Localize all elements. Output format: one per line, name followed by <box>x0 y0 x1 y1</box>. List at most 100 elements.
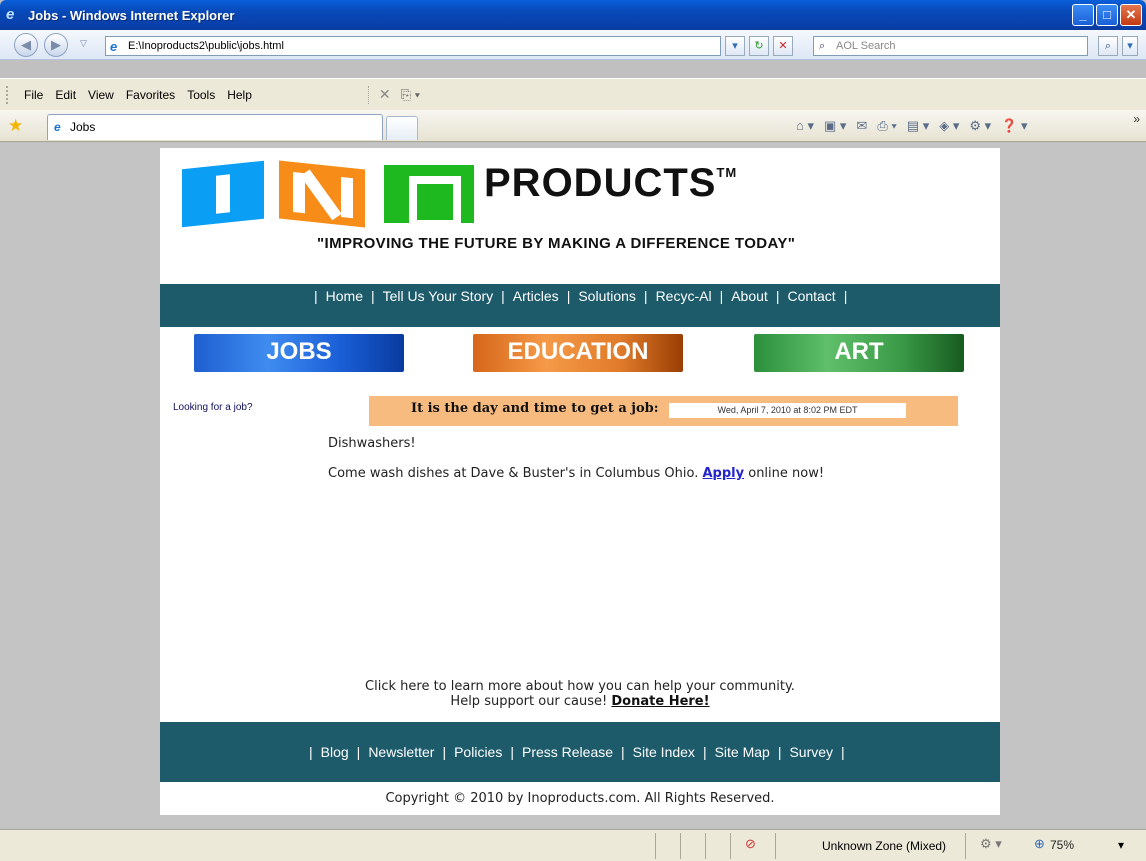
job-desc-after: online now! <box>748 466 825 481</box>
job-desc-before: Come wash dishes at Dave & Buster's in C… <box>328 466 699 481</box>
help-community-link[interactable]: Click here to learn more about how you c… <box>160 679 1000 694</box>
menu-tools[interactable]: Tools <box>181 88 221 102</box>
jobs-button[interactable]: JOBS <box>194 334 404 372</box>
nav-about[interactable]: About <box>727 288 772 304</box>
apply-link[interactable]: Apply <box>702 466 744 481</box>
logo-letter-o <box>384 165 474 228</box>
safety-icon[interactable]: ◈ ▾ <box>939 118 959 134</box>
menu-grip <box>6 85 12 104</box>
close-toolbar-icon[interactable]: ✕ <box>379 86 391 103</box>
menu-edit[interactable]: Edit <box>49 88 82 102</box>
recent-pages-chevron-icon[interactable]: ▽ <box>80 38 87 49</box>
feeds-icon[interactable]: ▣ ▾ <box>824 118 846 134</box>
footer-policies[interactable]: Policies <box>450 744 506 760</box>
menu-file[interactable]: File <box>18 88 49 102</box>
window-title: Jobs - Windows Internet Explorer <box>28 7 235 23</box>
home-icon[interactable]: ⌂ ▾ <box>796 118 814 134</box>
window-controls: _ □ ✕ <box>1072 4 1142 26</box>
close-button[interactable]: ✕ <box>1120 4 1142 26</box>
search-options-button[interactable]: ▾ <box>1122 36 1138 56</box>
security-zone[interactable]: Unknown Zone (Mixed) <box>822 839 946 853</box>
nav-contact[interactable]: Contact <box>783 288 839 304</box>
page-body: PRODUCTSTM "IMPROVING THE FUTURE BY MAKI… <box>160 148 1000 815</box>
tab-label: Jobs <box>70 120 96 134</box>
art-button[interactable]: ART <box>754 334 964 372</box>
zoom-icon: ⊕ <box>1034 836 1045 851</box>
logo-word: PRODUCTS <box>484 161 717 205</box>
command-bar: ⌂ ▾ ▣ ▾ ✉ ⎙ ▾ ▤ ▾ ◈ ▾ ⚙ ▾ ❓ ▾ <box>796 118 1028 134</box>
nav-home[interactable]: Home <box>322 288 367 304</box>
menu-bar: File Edit View Favorites Tools Help ✕ ⎘ … <box>0 78 1146 110</box>
support-text: Help support our cause! <box>450 694 608 709</box>
logo-letter-n <box>279 160 365 228</box>
search-input[interactable]: ⌕ AOL Search <box>813 36 1088 56</box>
donate-link[interactable]: Donate Here! <box>611 694 709 709</box>
window-titlebar: e Jobs - Windows Internet Explorer _ □ ✕ <box>0 0 1146 30</box>
new-tab-button[interactable] <box>386 116 418 140</box>
main-nav: | Home | Tell Us Your Story | Articles |… <box>160 284 1000 327</box>
menu-help[interactable]: Help <box>221 88 258 102</box>
copyright: Copyright © 2010 by Inoproducts.com. All… <box>385 791 775 806</box>
back-button[interactable]: ◀ <box>14 33 38 57</box>
logo-wordmark: PRODUCTSTM <box>484 161 737 206</box>
footer-blog[interactable]: Blog <box>317 744 353 760</box>
menu-view[interactable]: View <box>82 88 120 102</box>
status-bar: ⊘ Unknown Zone (Mixed) ⚙ ▾ ⊕ 75% ▾ <box>0 829 1146 861</box>
address-toolbar: ◀ ▶ ▽ e E:\Inoproducts2\public\jobs.html… <box>0 30 1146 60</box>
support-line: Help support our cause! Donate Here! <box>160 694 1000 709</box>
mail-icon[interactable]: ✉ <box>856 118 867 134</box>
forward-button[interactable]: ▶ <box>44 33 68 57</box>
logo-n-stroke-diag <box>300 169 342 221</box>
education-button[interactable]: EDUCATION <box>473 334 683 372</box>
logo-n-stroke-right <box>341 176 353 219</box>
stop-button[interactable]: ✕ <box>773 36 793 56</box>
translate-icon[interactable]: ⎘ ▾ <box>401 87 420 103</box>
privacy-report-icon[interactable]: ⊘ <box>745 836 756 852</box>
looking-for-job-link[interactable]: Looking for a job? <box>173 402 253 413</box>
nav-tell-us-your-story[interactable]: Tell Us Your Story <box>379 288 498 304</box>
tools-gear-icon[interactable]: ⚙ ▾ <box>969 118 991 134</box>
print-icon[interactable]: ⎙ ▾ <box>877 118 896 134</box>
footer-press-release[interactable]: Press Release <box>518 744 617 760</box>
nav-articles[interactable]: Articles <box>509 288 563 304</box>
footer-site-index[interactable]: Site Index <box>629 744 699 760</box>
job-title: Dishwashers! <box>328 436 416 451</box>
zoom-dropdown-icon[interactable]: ▾ <box>1118 838 1124 852</box>
maximize-button[interactable]: □ <box>1096 4 1118 26</box>
nav-recyc-al[interactable]: Recyc-Al <box>652 288 716 304</box>
address-dropdown-button[interactable]: ▾ <box>725 36 745 56</box>
footer-nav: | Blog | Newsletter | Policies | Press R… <box>160 722 1000 782</box>
datetime-bar: It is the day and time to get a job: Wed… <box>369 396 958 426</box>
favorites-star-icon[interactable]: ★ <box>8 116 23 136</box>
tab-page-icon: e <box>54 120 61 134</box>
search-go-button[interactable]: ⌕ <box>1098 36 1118 56</box>
minimize-button[interactable]: _ <box>1072 4 1094 26</box>
job-description: Come wash dishes at Dave & Buster's in C… <box>328 466 824 481</box>
nav-solutions[interactable]: Solutions <box>574 288 640 304</box>
page-menu-icon[interactable]: ▤ ▾ <box>907 118 929 134</box>
trademark-symbol: TM <box>716 165 738 180</box>
datetime-value: Wed, April 7, 2010 at 8:02 PM EDT <box>669 403 906 418</box>
tab-jobs[interactable]: e Jobs <box>47 114 383 140</box>
logo-letter-i <box>182 160 264 228</box>
search-placeholder: AOL Search <box>836 40 896 52</box>
help-icon[interactable]: ❓ ▾ <box>1001 118 1027 134</box>
page-icon: e <box>110 39 118 54</box>
content-viewport: PRODUCTSTM "IMPROVING THE FUTURE BY MAKI… <box>0 143 1146 827</box>
address-input[interactable]: e E:\Inoproducts2\public\jobs.html <box>105 36 721 56</box>
search-icon: ⌕ <box>819 40 826 52</box>
refresh-button[interactable]: ↻ <box>749 36 769 56</box>
menu-favorites[interactable]: Favorites <box>120 88 181 102</box>
zoom-level[interactable]: 75% <box>1050 838 1074 852</box>
footer-survey[interactable]: Survey <box>785 744 837 760</box>
ie-logo-icon: e <box>6 6 15 23</box>
footer-newsletter[interactable]: Newsletter <box>364 744 438 760</box>
footer-site-map[interactable]: Site Map <box>711 744 774 760</box>
address-url: E:\Inoproducts2\public\jobs.html <box>128 40 284 52</box>
more-commands-chevron-icon[interactable]: » <box>1133 112 1140 126</box>
protected-mode-icon[interactable]: ⚙ ▾ <box>980 836 1002 852</box>
site-logo[interactable]: PRODUCTSTM <box>182 160 742 231</box>
tab-bar: ★ e Jobs ⌂ ▾ ▣ ▾ ✉ ⎙ ▾ ▤ ▾ ◈ ▾ ⚙ ▾ ❓ ▾ » <box>0 110 1146 142</box>
datetime-label: It is the day and time to get a job: <box>411 401 659 416</box>
menu-separator <box>367 85 369 104</box>
